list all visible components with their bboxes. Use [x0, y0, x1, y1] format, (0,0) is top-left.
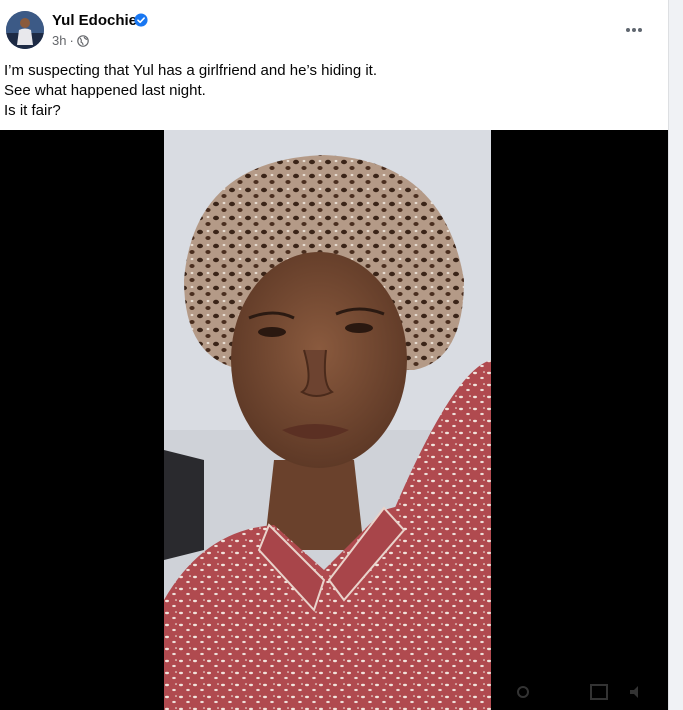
post-text: I’m suspecting that Yul has a girlfriend…	[4, 61, 654, 121]
fullscreen-icon[interactable]	[590, 684, 608, 700]
author-avatar[interactable]	[6, 11, 44, 49]
video-still-image	[164, 130, 491, 710]
globe-icon[interactable]	[77, 34, 89, 47]
post-card: Yul Edochie 3h · I’m suspecting that Yul…	[0, 0, 669, 710]
post-text-line: Is it fair?	[4, 102, 61, 119]
post-text-line: I’m suspecting that Yul has a girlfriend…	[4, 62, 378, 79]
verified-badge-icon	[134, 13, 148, 27]
author-name[interactable]: Yul Edochie	[52, 12, 137, 29]
more-options-button[interactable]	[620, 16, 648, 44]
volume-icon[interactable]	[628, 684, 644, 700]
post-timestamp[interactable]: 3h	[52, 33, 66, 48]
post-text-line: See what happened last night.	[4, 82, 206, 99]
settings-gear-icon[interactable]	[515, 684, 531, 700]
video-frame[interactable]	[164, 130, 491, 710]
meta-separator: ·	[69, 33, 74, 48]
video-player[interactable]	[0, 130, 668, 710]
video-controls	[0, 674, 668, 710]
post-header: Yul Edochie 3h ·	[0, 0, 668, 60]
post-meta: 3h ·	[52, 33, 89, 48]
